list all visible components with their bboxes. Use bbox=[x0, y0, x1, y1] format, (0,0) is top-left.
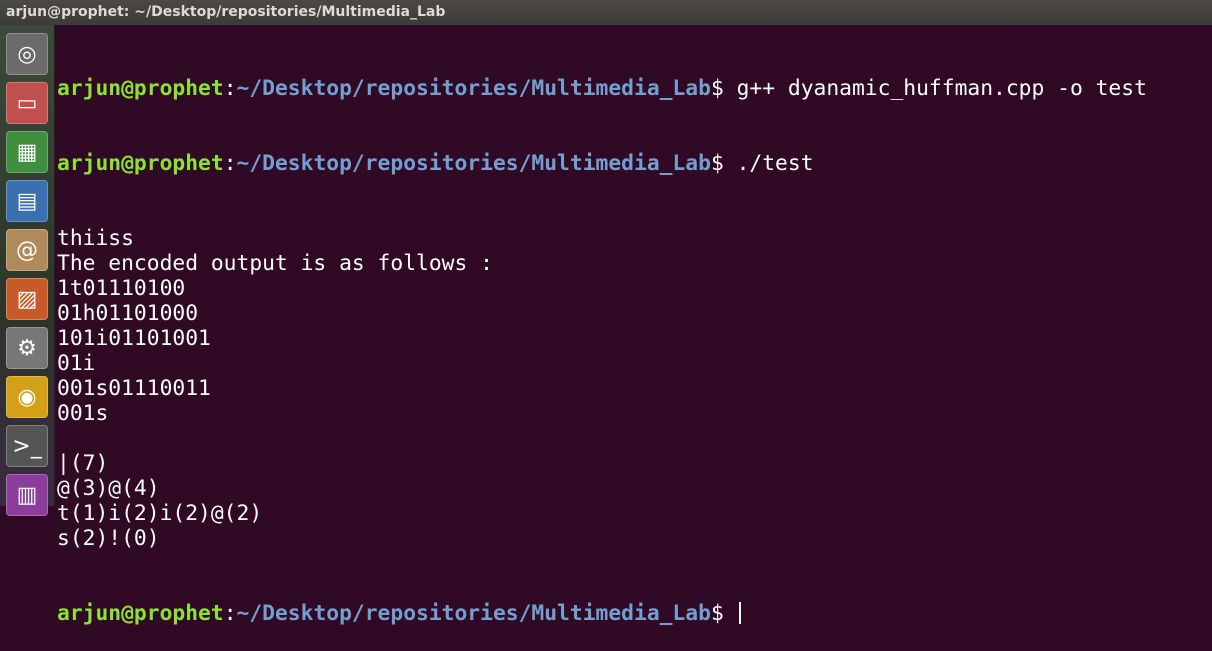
cursor bbox=[738, 602, 741, 624]
output-line: thiiss bbox=[57, 226, 134, 251]
app-icon[interactable]: ▥ bbox=[6, 474, 48, 516]
output-line: 01i bbox=[57, 351, 96, 376]
software-center-icon[interactable]: @ bbox=[6, 229, 48, 271]
window-title: arjun@prophet: ~/Desktop/repositories/Mu… bbox=[0, 0, 1212, 25]
output-line: 101i01101001 bbox=[57, 326, 211, 351]
output-line: s(2)!(0) bbox=[57, 526, 160, 551]
writer-icon[interactable]: ▤ bbox=[6, 180, 48, 222]
output-line: t(1)i(2)i(2)@(2) bbox=[57, 501, 263, 526]
terminal-icon[interactable]: >_ bbox=[6, 425, 48, 467]
calc-icon[interactable]: ▦ bbox=[6, 131, 48, 173]
output-line: The encoded output is as follows : bbox=[57, 251, 493, 276]
prompt-user: arjun@prophet bbox=[57, 151, 224, 176]
prompt-user: arjun@prophet bbox=[57, 76, 224, 101]
command: g++ dyanamic_huffman.cpp -o test bbox=[736, 76, 1147, 101]
output-line: 001s01110011 bbox=[57, 376, 211, 401]
output-line: 1t01110100 bbox=[57, 276, 186, 301]
settings-icon[interactable]: ⚙ bbox=[6, 327, 48, 369]
ubuntu-dash-icon[interactable]: ◎ bbox=[6, 33, 48, 75]
output-line: 01h01101000 bbox=[57, 301, 199, 326]
impress-icon[interactable]: ▨ bbox=[6, 278, 48, 320]
launcher: ◎ ▭ ▦ ▤ @ ▨ ⚙ ◉ >_ ▥ bbox=[0, 25, 55, 516]
output-line: |(7) bbox=[57, 451, 109, 476]
terminal[interactable]: arjun@prophet:~/Desktop/repositories/Mul… bbox=[57, 26, 1212, 626]
prompt-path: ~/Desktop/repositories/Multimedia_Lab bbox=[236, 76, 711, 101]
chrome-icon[interactable]: ◉ bbox=[6, 376, 48, 418]
prompt-line: arjun@prophet:~/Desktop/repositories/Mul… bbox=[57, 76, 1147, 101]
prompt-user: arjun@prophet bbox=[57, 601, 224, 626]
command: ./test bbox=[736, 151, 814, 176]
prompt-path: ~/Desktop/repositories/Multimedia_Lab bbox=[236, 601, 711, 626]
files-icon[interactable]: ▭ bbox=[6, 82, 48, 124]
prompt-line: arjun@prophet:~/Desktop/repositories/Mul… bbox=[57, 601, 1212, 626]
prompt-path: ~/Desktop/repositories/Multimedia_Lab bbox=[236, 151, 711, 176]
prompt-line: arjun@prophet:~/Desktop/repositories/Mul… bbox=[57, 151, 814, 176]
output-line: @(3)@(4) bbox=[57, 476, 160, 501]
output-line: 001s bbox=[57, 401, 109, 426]
